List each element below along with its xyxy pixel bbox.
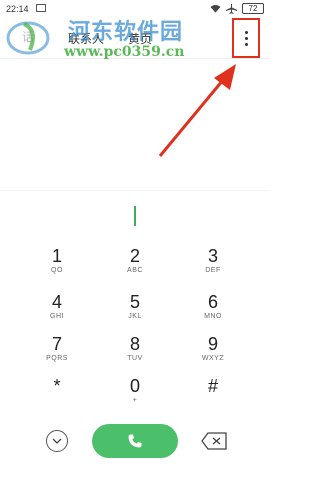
key-6[interactable]: 6 MNO	[168, 292, 258, 332]
key-digit: 4	[51, 292, 62, 312]
key-digit: 5	[129, 292, 140, 312]
status-icons: 72	[210, 3, 264, 14]
battery-icon: 72	[242, 3, 264, 14]
wifi-icon	[210, 5, 221, 13]
watermark-title: 河东软件园	[68, 19, 184, 45]
key-letters: +	[132, 397, 138, 404]
key-letters: JKL	[128, 313, 142, 320]
key-letters: MNO	[204, 313, 222, 320]
key-0[interactable]: 0 +	[90, 376, 180, 416]
more-dot	[244, 42, 248, 46]
key-3[interactable]: 3 DEF	[168, 246, 258, 286]
key-digit: 7	[51, 334, 62, 354]
key-letters: WXYZ	[201, 355, 225, 362]
key-letters: DEF	[205, 267, 221, 274]
key-digit: 6	[207, 292, 218, 312]
key-4[interactable]: 4 GHI	[12, 292, 102, 332]
text-cursor	[134, 206, 136, 226]
bottom-action-bar	[0, 422, 270, 462]
key-letters: PQRS	[46, 355, 68, 362]
key-2[interactable]: 2 ABC	[90, 246, 180, 286]
airplane-icon	[226, 3, 237, 14]
key-5[interactable]: 5 JKL	[90, 292, 180, 332]
status-time: 22:14	[6, 4, 29, 14]
chevron-down-icon	[52, 438, 62, 444]
more-menu-button[interactable]	[232, 18, 260, 58]
key-8[interactable]: 8 TUV	[90, 334, 180, 374]
key-letters: QO	[51, 267, 63, 274]
more-dot	[244, 36, 248, 40]
key-9[interactable]: 9 WXYZ	[168, 334, 258, 374]
collapse-keypad-button[interactable]	[46, 430, 68, 452]
key-letters: ABC	[127, 267, 143, 274]
backspace-button[interactable]	[201, 432, 227, 450]
key-digit: 9	[207, 334, 218, 354]
key-digit: 3	[207, 246, 218, 266]
key-hash[interactable]: #	[168, 376, 258, 416]
watermark-logo	[6, 21, 50, 55]
key-1[interactable]: 1 QO	[12, 246, 102, 286]
call-button[interactable]	[92, 424, 178, 458]
annotation-arrow	[158, 64, 236, 157]
key-digit: 0	[129, 376, 140, 396]
phone-icon	[128, 434, 142, 448]
key-digit: 8	[129, 334, 140, 354]
key-letters: GHI	[50, 313, 64, 320]
key-7[interactable]: 7 PQRS	[12, 334, 102, 374]
key-digit: 2	[129, 246, 140, 266]
key-digit: #	[207, 376, 218, 396]
key-star[interactable]: *	[12, 376, 102, 416]
key-digit: *	[53, 376, 61, 396]
image-icon	[36, 4, 46, 12]
key-letters: TUV	[127, 355, 143, 362]
more-vertical-icon	[244, 30, 248, 34]
key-digit: 1	[51, 246, 62, 266]
